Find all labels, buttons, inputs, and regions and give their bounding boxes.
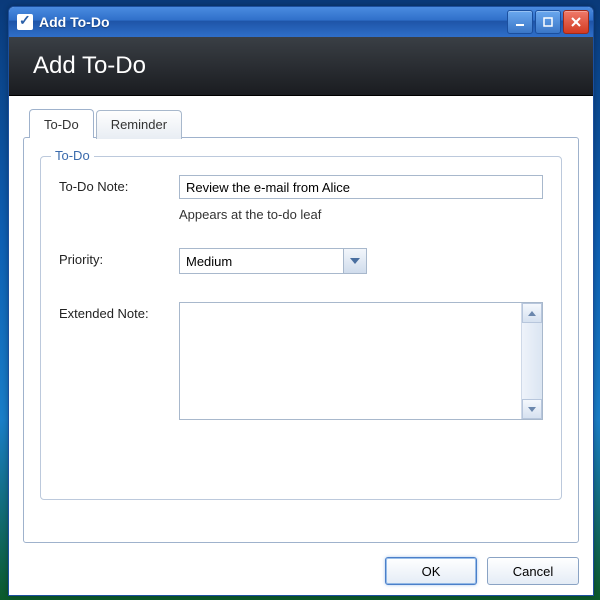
chevron-up-icon [528,311,536,316]
close-button[interactable] [563,10,589,34]
minimize-button[interactable] [507,10,533,34]
ok-button[interactable]: OK [385,557,477,585]
groupbox-title: To-Do [51,148,94,163]
scrollbar-vertical[interactable] [521,303,542,419]
page-heading: Add To-Do [33,52,146,80]
tab-label: To-Do [44,117,79,132]
tab-reminder[interactable]: Reminder [96,110,182,139]
header-band: Add To-Do [9,37,593,96]
priority-combobox[interactable]: Medium [179,248,367,274]
scroll-down-button[interactable] [522,399,542,419]
cancel-button[interactable]: Cancel [487,557,579,585]
scroll-up-button[interactable] [522,303,542,323]
maximize-button[interactable] [535,10,561,34]
note-input[interactable] [179,175,543,199]
dialog-window: Add To-Do Add To-Do To-Do Reminder [8,6,594,596]
maximize-icon [543,17,553,27]
label-priority: Priority: [59,248,179,267]
client-area: To-Do Reminder To-Do To-Do Note: Appears… [9,96,593,595]
tabstrip: To-Do Reminder [29,108,579,137]
tab-label: Reminder [111,117,167,132]
priority-value: Medium [180,249,343,273]
note-helper: Appears at the to-do leaf [179,207,543,222]
tabpage-todo: To-Do To-Do Note: Appears at the to-do l… [23,137,579,543]
extended-note-input[interactable] [180,303,521,419]
chevron-down-icon [350,258,360,264]
groupbox-todo: To-Do To-Do Note: Appears at the to-do l… [40,156,562,500]
row-note: To-Do Note: [59,175,543,199]
row-extended: Extended Note: [59,302,543,420]
label-extended: Extended Note: [59,302,179,321]
dialog-button-row: OK Cancel [23,543,579,585]
app-icon [17,14,33,30]
tab-todo[interactable]: To-Do [29,109,94,138]
label-note: To-Do Note: [59,175,179,194]
row-priority: Priority: Medium [59,248,543,274]
chevron-down-icon [528,407,536,412]
close-icon [571,17,581,27]
window-title: Add To-Do [39,14,507,30]
priority-dropdown-button[interactable] [343,249,366,273]
titlebar[interactable]: Add To-Do [9,7,593,37]
window-controls [507,10,589,34]
minimize-icon [515,17,525,27]
extended-note-wrap [179,302,543,420]
